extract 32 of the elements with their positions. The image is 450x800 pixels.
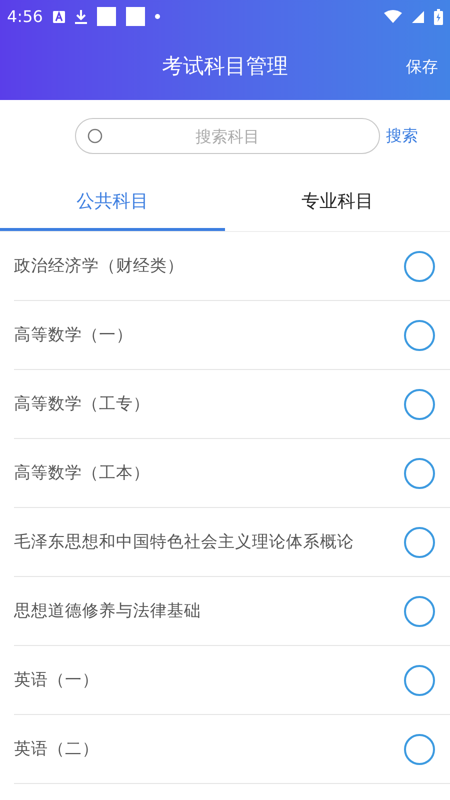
subject-checkbox[interactable]: [404, 458, 435, 488]
battery-icon: [434, 8, 443, 24]
search-field[interactable]: 搜索科目: [75, 118, 380, 154]
subject-name: 毛泽东思想和中国特色社会主义理论体系概论: [14, 530, 355, 553]
save-button[interactable]: 保存: [406, 54, 438, 78]
subject-name: 政治经济学（财经类）: [14, 254, 185, 277]
circle-icon: [87, 128, 103, 144]
subject-checkbox[interactable]: [404, 320, 435, 350]
status-time: 4:56: [7, 6, 43, 28]
tab[interactable]: 专业科目: [225, 172, 450, 231]
subject-checkbox[interactable]: [404, 734, 435, 764]
subject-checkbox[interactable]: [404, 526, 435, 558]
dot-icon: [154, 14, 160, 19]
subject-name: 高等数学（一）: [14, 324, 134, 346]
wifi-icon: [384, 10, 402, 23]
subject-checkbox[interactable]: [404, 596, 435, 626]
subject-checkbox[interactable]: [404, 664, 435, 696]
page-title: 考试科目管理: [162, 52, 288, 80]
square-icon: [126, 7, 145, 26]
subject-name: 英语（二）: [14, 738, 100, 760]
signal-icon: [412, 10, 424, 22]
keyboard-icon: [52, 10, 65, 22]
subject-name: 英语（一）: [14, 668, 100, 691]
square-icon: [96, 7, 116, 26]
subject-checkbox[interactable]: [404, 250, 435, 282]
search-button[interactable]: 搜索: [386, 124, 418, 148]
subject-name: 思想道德修养与法律基础: [14, 600, 202, 622]
download-icon: [74, 10, 87, 24]
tab[interactable]: 公共科目: [0, 172, 225, 231]
subject-name: 高等数学（工专）: [14, 392, 151, 415]
subject-name: 高等数学（工本）: [14, 462, 151, 484]
subject-checkbox[interactable]: [404, 388, 435, 420]
